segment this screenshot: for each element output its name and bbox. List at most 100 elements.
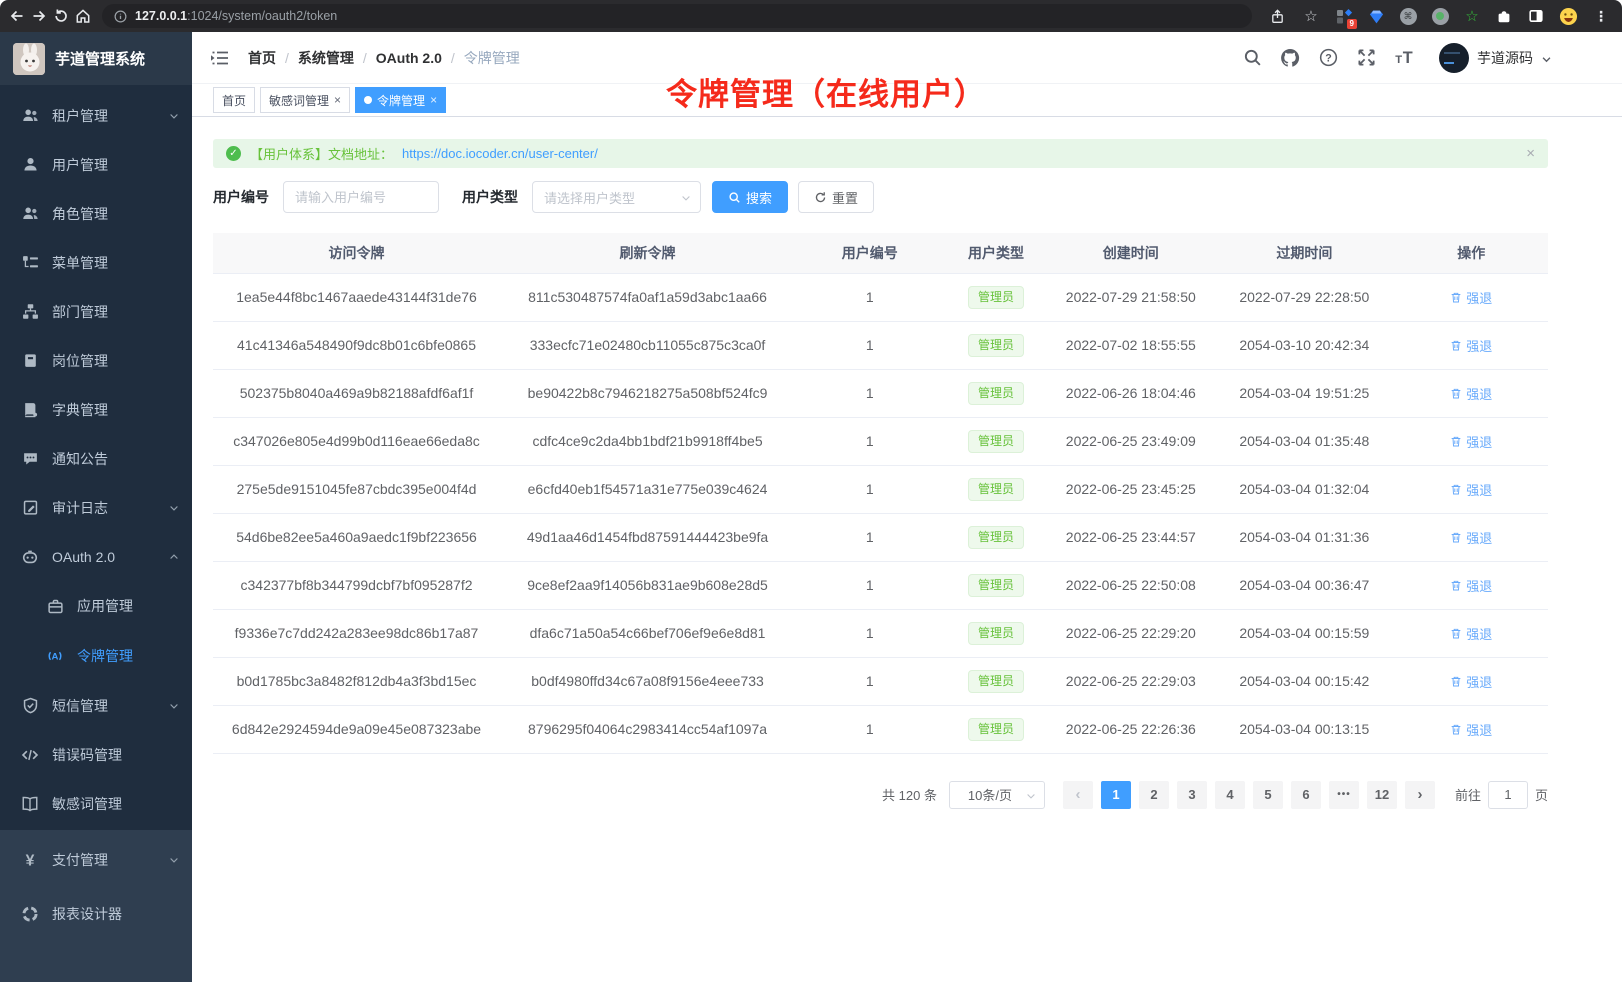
sidebar-collapse-icon[interactable]: [208, 46, 232, 70]
tab-label: 首页: [222, 92, 246, 109]
user-type-badge: 管理员: [968, 670, 1024, 693]
sidebar-item-report[interactable]: 报表设计器: [0, 887, 192, 941]
search-button[interactable]: 搜索: [712, 181, 788, 213]
column-header: 过期时间: [1214, 233, 1394, 273]
sidebar-menu-lower: ¥ 支付管理 报表设计器: [0, 830, 192, 982]
page-button-2[interactable]: 2: [1139, 781, 1169, 809]
sidebar-item-oauth2[interactable]: OAuth 2.0: [0, 532, 192, 581]
expire-time-cell: 2054-03-04 19:51:25: [1214, 369, 1394, 417]
page-button-1[interactable]: 1: [1101, 781, 1131, 809]
user-type-select[interactable]: 请选择用户类型: [532, 181, 701, 213]
user-menu[interactable]: 芋道源码: [1439, 43, 1552, 73]
breadcrumb-oauth2[interactable]: OAuth 2.0 /: [376, 50, 464, 66]
table-header-row: 访问令牌 刷新令牌 用户编号 用户类型 创建时间 过期时间 操作: [213, 233, 1548, 273]
page-button-3[interactable]: 3: [1177, 781, 1207, 809]
sidebar-item-pay[interactable]: ¥ 支付管理: [0, 833, 192, 887]
sidebar-item-post[interactable]: 岗位管理: [0, 336, 192, 385]
prev-page-button[interactable]: ‹: [1063, 781, 1093, 809]
created-time-cell: 2022-07-29 21:58:50: [1047, 273, 1214, 321]
sidebar-item-oauth2-token[interactable]: A 令牌管理: [0, 631, 192, 681]
close-icon[interactable]: ×: [430, 94, 437, 106]
alert-doc-link[interactable]: https://doc.iocoder.cn/user-center/: [402, 146, 598, 161]
force-logout-label: 强退: [1466, 480, 1492, 499]
breadcrumb-home[interactable]: 首页 /: [248, 48, 298, 68]
sidebar-item-menu[interactable]: 菜单管理: [0, 238, 192, 287]
chevron-down-icon: [1025, 790, 1037, 802]
font-size-icon[interactable]: TT: [1393, 47, 1415, 69]
user-type-badge: 管理员: [968, 718, 1024, 741]
goto-page-input[interactable]: [1488, 781, 1528, 809]
sidebar-item-label: 报表设计器: [52, 904, 122, 924]
breadcrumb-label: 系统管理: [298, 48, 354, 68]
fullscreen-icon[interactable]: [1355, 47, 1377, 69]
extension-command-icon[interactable]: ⌘: [1398, 6, 1418, 26]
force-logout-button[interactable]: 强退: [1450, 384, 1492, 403]
sidebar-item-tenant[interactable]: 租户管理: [0, 91, 192, 140]
help-icon[interactable]: ?: [1317, 47, 1339, 69]
sidebar-item-notice[interactable]: 通知公告: [0, 434, 192, 483]
refresh-token-cell: 333ecfc71e02480cb11055c875c3ca0f: [500, 321, 795, 369]
sidebar-item-audit[interactable]: 审计日志: [0, 483, 192, 532]
refresh-token-cell: 9ce8ef2aa9f14056b831ae9b608e28d5: [500, 561, 795, 609]
force-logout-button[interactable]: 强退: [1450, 336, 1492, 355]
sidebar-item-user[interactable]: 用户管理: [0, 140, 192, 189]
extension-grid-icon[interactable]: 9: [1334, 6, 1354, 26]
sidebar-item-role[interactable]: 角色管理: [0, 189, 192, 238]
user-type-cell: 管理员: [945, 369, 1048, 417]
refresh-token-cell: 811c530487574fa0af1a59d3abc1aa66: [500, 273, 795, 321]
search-icon[interactable]: [1241, 47, 1263, 69]
sidebar-item-oauth2-app[interactable]: 应用管理: [0, 581, 192, 631]
page-button-ellipsis[interactable]: •••: [1329, 781, 1359, 809]
page-size-select[interactable]: 10条/页: [949, 781, 1045, 809]
force-logout-button[interactable]: 强退: [1450, 288, 1492, 307]
action-cell: 强退: [1394, 417, 1548, 465]
sidebar-item-errorcode[interactable]: 错误码管理: [0, 730, 192, 779]
sidebar-item-label: OAuth 2.0: [52, 549, 115, 565]
close-icon[interactable]: ×: [334, 94, 341, 106]
extension-star-icon[interactable]: ☆: [1462, 6, 1482, 26]
page-button-12[interactable]: 12: [1367, 781, 1397, 809]
extension-puzzle-icon[interactable]: [1494, 6, 1514, 26]
force-logout-button[interactable]: 强退: [1450, 480, 1492, 499]
force-logout-button[interactable]: 强退: [1450, 432, 1492, 451]
reset-button[interactable]: 重置: [798, 181, 874, 213]
alert-close-icon[interactable]: ×: [1526, 145, 1535, 162]
breadcrumb-system[interactable]: 系统管理 /: [298, 48, 376, 68]
tab-home[interactable]: 首页: [213, 87, 255, 113]
extension-panel-icon[interactable]: [1526, 6, 1546, 26]
user-id-cell: 1: [795, 273, 945, 321]
github-icon[interactable]: [1279, 47, 1301, 69]
page-button-6[interactable]: 6: [1291, 781, 1321, 809]
page-button-5[interactable]: 5: [1253, 781, 1283, 809]
bookmark-star-icon[interactable]: ☆: [1300, 5, 1322, 27]
browser-reload-button[interactable]: [50, 5, 72, 27]
browser-forward-button[interactable]: [28, 5, 50, 27]
sidebar-item-sensitive-word[interactable]: 敏感词管理: [0, 779, 192, 828]
breadcrumb-token[interactable]: 令牌管理 /: [464, 48, 520, 68]
user-id-input[interactable]: [283, 181, 439, 213]
site-info-icon[interactable]: [114, 10, 127, 23]
tab-token[interactable]: 令牌管理 ×: [355, 87, 446, 113]
sidebar-item-dept[interactable]: 部门管理: [0, 287, 192, 336]
force-logout-button[interactable]: 强退: [1450, 528, 1492, 547]
user-id-cell: 1: [795, 609, 945, 657]
action-cell: 强退: [1394, 561, 1548, 609]
extension-gem-icon[interactable]: [1366, 6, 1386, 26]
extension-record-icon[interactable]: [1430, 6, 1450, 26]
share-icon[interactable]: [1266, 5, 1288, 27]
browser-back-button[interactable]: [6, 5, 28, 27]
browser-home-button[interactable]: [72, 5, 94, 27]
sidebar-item-dict[interactable]: 字典管理: [0, 385, 192, 434]
browser-menu-icon[interactable]: ⋮: [1590, 5, 1612, 27]
extension-emoji-icon[interactable]: [1558, 6, 1578, 26]
force-logout-button[interactable]: 强退: [1450, 672, 1492, 691]
tab-sensitive-word[interactable]: 敏感词管理 ×: [260, 87, 350, 113]
address-bar[interactable]: 127.0.0.1 :1024/system/oauth2/token: [102, 4, 1252, 28]
page-button-4[interactable]: 4: [1215, 781, 1245, 809]
next-page-button[interactable]: ›: [1405, 781, 1435, 809]
force-logout-button[interactable]: 强退: [1450, 576, 1492, 595]
sidebar-item-sms[interactable]: 短信管理: [0, 681, 192, 730]
expire-time-cell: 2054-03-04 00:15:59: [1214, 609, 1394, 657]
force-logout-button[interactable]: 强退: [1450, 720, 1492, 739]
force-logout-button[interactable]: 强退: [1450, 624, 1492, 643]
